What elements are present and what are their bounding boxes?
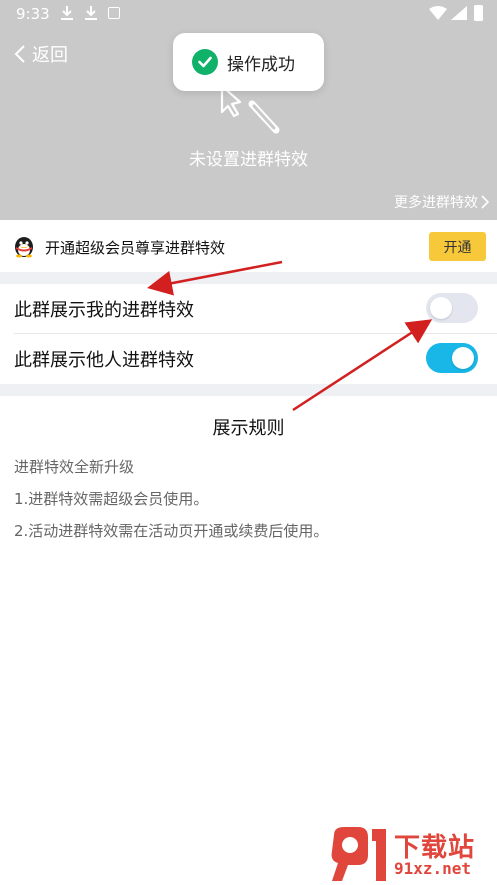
annotation-arrows [147,260,433,412]
arrow-to-label [147,260,283,296]
watermark-url: 91xz.net [394,859,472,878]
site-watermark: 下载站 91xz.net [328,825,497,885]
site-logo [331,827,386,881]
arrow-to-toggle [292,319,433,412]
